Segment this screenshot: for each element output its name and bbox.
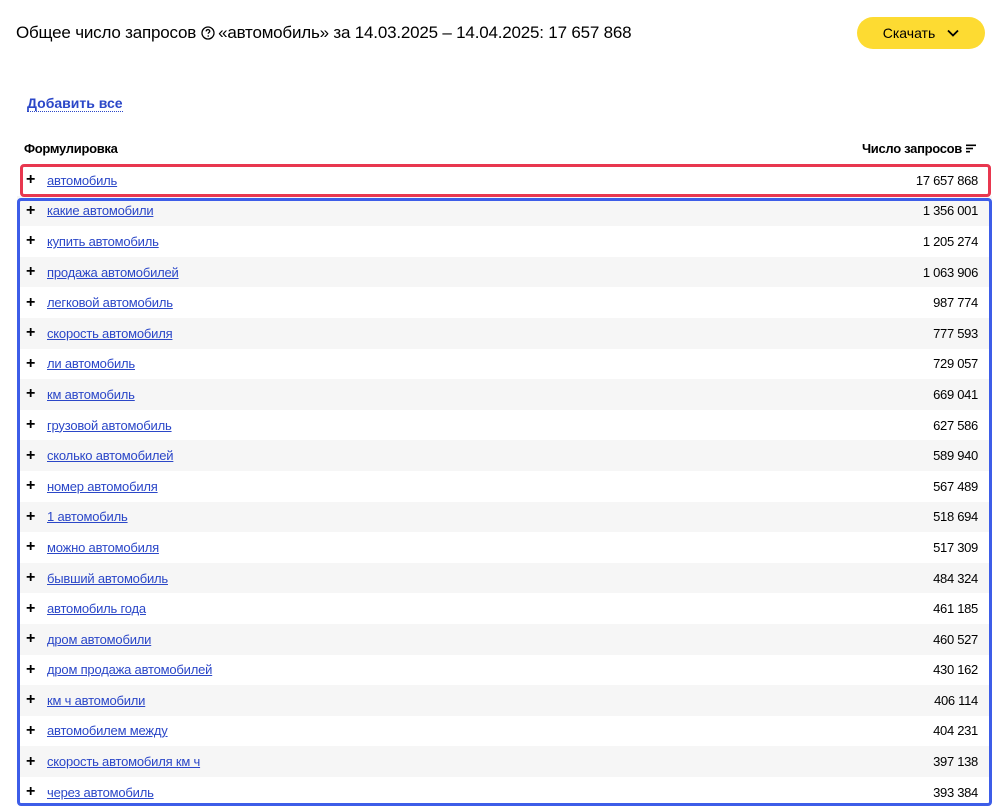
add-all-link[interactable]: Добавить все (27, 95, 123, 112)
query-phrase-link[interactable]: купить автомобиль (47, 234, 159, 249)
table-row: + км ч автомобили 406 114 (17, 685, 992, 716)
table-row: + автомобиль 17 657 868 (17, 165, 992, 196)
table-row: + автомобилем между 404 231 (17, 716, 992, 747)
query-phrase-link[interactable]: бывший автомобиль (47, 571, 168, 586)
table-row: + бывший автомобиль 484 324 (17, 562, 992, 594)
query-phrase-link[interactable]: автомобиль (47, 173, 117, 188)
plus-icon[interactable]: + (26, 784, 35, 800)
table-row: + через автомобиль 393 384 (17, 777, 992, 808)
plus-icon[interactable]: + (26, 692, 35, 708)
query-phrase-link[interactable]: через автомобиль (47, 785, 154, 800)
table-row: + грузовой автомобиль 627 586 (17, 410, 992, 441)
plus-icon[interactable]: + (26, 386, 35, 402)
help-icon[interactable] (201, 26, 215, 40)
plus-icon[interactable]: + (26, 202, 35, 219)
query-phrase-link[interactable]: ли автомобиль (47, 356, 135, 371)
query-phrase-link[interactable]: скорость автомобиля км ч (47, 754, 200, 769)
plus-icon[interactable]: + (26, 233, 35, 249)
query-count: 589 940 (933, 448, 978, 464)
table-row: + можно автомобиля 517 309 (17, 532, 992, 563)
table-row: + номер автомобиля 567 489 (17, 471, 992, 502)
query-phrase-link[interactable]: 1 автомобиль (47, 509, 128, 524)
column-header-phrase: Формулировка (24, 141, 118, 156)
query-count: 484 324 (933, 570, 978, 586)
query-phrase-link[interactable]: какие автомобили (47, 203, 154, 218)
plus-icon[interactable]: + (26, 325, 35, 341)
query-phrase-link[interactable]: автомобиль года (47, 601, 146, 616)
column-header-count-label: Число запросов (861, 141, 962, 156)
query-phrase-link[interactable]: скорость автомобиля (47, 326, 173, 341)
query-count: 397 138 (933, 754, 978, 770)
query-phrase-link[interactable]: можно автомобиля (47, 540, 159, 555)
query-count: 1 063 906 (922, 264, 978, 280)
table-row: + купить автомобиль 1 205 274 (17, 226, 992, 257)
plus-icon[interactable]: + (26, 355, 35, 372)
table-row: + легковой автомобиль 987 774 (17, 287, 992, 318)
sort-icon[interactable] (966, 144, 976, 153)
plus-icon[interactable]: + (26, 172, 35, 188)
query-phrase-link[interactable]: км ч автомобили (47, 693, 145, 708)
table-row: + км автомобиль 669 041 (17, 379, 992, 410)
plus-icon[interactable]: + (26, 539, 35, 555)
query-phrase-link[interactable]: км автомобиль (47, 387, 135, 402)
query-phrase-link[interactable]: номер автомобиля (47, 479, 158, 494)
plus-icon[interactable]: + (26, 264, 35, 280)
download-label: Скачать (882, 25, 936, 41)
query-count: 460 527 (933, 631, 978, 647)
plus-icon[interactable]: + (26, 722, 35, 739)
table-row: + скорость автомобиля 777 593 (17, 317, 992, 349)
query-count: 1 356 001 (922, 203, 978, 219)
results-table: + автомобиль 17 657 868 + какие автомобили 1 … (17, 165, 992, 807)
plus-icon[interactable]: + (26, 478, 35, 494)
query-count: 404 231 (933, 723, 978, 739)
table-row: + продажа автомобилей 1 063 906 (17, 256, 992, 288)
plus-icon[interactable]: + (26, 600, 35, 617)
query-count: 1 205 274 (922, 233, 978, 249)
plus-icon[interactable]: + (26, 508, 35, 525)
query-phrase-link[interactable]: автомобилем между (47, 723, 168, 738)
plus-icon[interactable]: + (26, 661, 35, 678)
table-row: + дром автомобили 460 527 (17, 623, 992, 655)
query-phrase-link[interactable]: дром продажа автомобилей (47, 662, 212, 677)
table-row: + скорость автомобиля км ч 397 138 (17, 746, 992, 777)
column-header-count[interactable]: Число запросов (862, 141, 976, 156)
query-count: 517 309 (933, 539, 978, 555)
table-row: + дром продажа автомобилей 430 162 (17, 655, 992, 686)
query-count: 729 057 (933, 356, 978, 372)
table-row: +1 автомобиль 518 694 (17, 501, 992, 533)
query-count: 627 586 (933, 417, 978, 433)
query-count: 406 114 (934, 692, 978, 708)
query-count: 518 694 (933, 509, 978, 525)
download-button[interactable]: Скачать (857, 17, 985, 49)
query-count: 669 041 (933, 386, 978, 402)
query-phrase-link[interactable]: легковой автомобиль (47, 295, 173, 310)
title-prefix: Общее число запросов (16, 23, 197, 42)
plus-icon[interactable]: + (26, 570, 35, 586)
title-suffix: «автомобиль» за 14.03.2025 – 14.04.2025:… (218, 23, 632, 42)
table-row: + автомобиль года 461 185 (17, 593, 992, 624)
query-count: 567 489 (933, 478, 978, 494)
query-phrase-link[interactable]: грузовой автомобиль (47, 418, 172, 433)
query-count: 430 162 (933, 662, 978, 678)
table-row: + ли автомобиль 729 057 (17, 349, 992, 380)
query-count: 777 593 (933, 325, 978, 341)
plus-icon[interactable]: + (26, 447, 35, 464)
query-count: 461 185 (933, 601, 978, 617)
query-count: 987 774 (933, 295, 978, 311)
plus-icon[interactable]: + (26, 294, 35, 311)
page-title: Общее число запросов «автомобиль» за 14.… (16, 18, 632, 48)
table-row: + какие автомобили 1 356 001 (17, 195, 992, 227)
query-phrase-link[interactable]: дром автомобили (47, 632, 151, 647)
query-count: 393 384 (933, 784, 978, 800)
query-phrase-link[interactable]: сколько автомобилей (47, 448, 174, 463)
plus-icon[interactable]: + (26, 417, 35, 433)
query-count: 17 657 868 (915, 172, 978, 188)
plus-icon[interactable]: + (26, 631, 35, 647)
table-row: + сколько автомобилей 589 940 (17, 440, 992, 471)
plus-icon[interactable]: + (26, 753, 35, 770)
chevron-down-icon (947, 29, 959, 37)
query-phrase-link[interactable]: продажа автомобилей (47, 265, 179, 280)
